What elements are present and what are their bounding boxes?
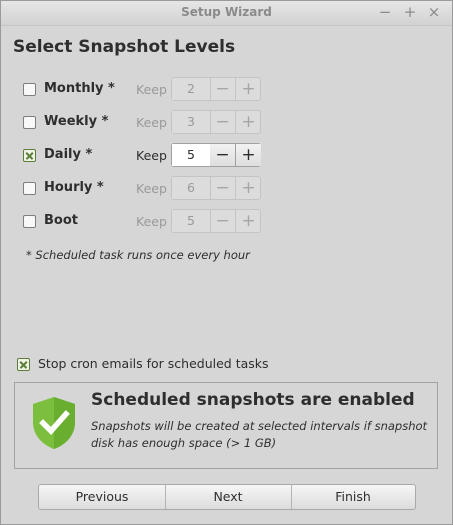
hourly-decrement-button[interactable]: −	[210, 177, 236, 199]
weekly-checkbox[interactable]	[23, 116, 36, 129]
daily-count-input[interactable]: 5	[172, 144, 211, 166]
page-title: Select Snapshot Levels	[13, 37, 236, 57]
stop-cron-emails-label[interactable]: Stop cron emails for scheduled tasks	[38, 356, 269, 371]
boot-increment-button[interactable]: +	[236, 210, 261, 232]
hourly-spinner: 6 − +	[171, 176, 261, 200]
boot-decrement-button[interactable]: −	[210, 210, 236, 232]
monthly-spinner: 2 − +	[171, 77, 261, 101]
hourly-checkbox[interactable]	[23, 182, 36, 195]
monthly-increment-button[interactable]: +	[236, 78, 261, 100]
hourly-keep-label: Keep	[136, 181, 167, 196]
hourly-count-input[interactable]: 6	[172, 177, 211, 199]
level-row-hourly: Hourly * Keep 6 − +	[1, 176, 301, 200]
monthly-keep-label: Keep	[136, 82, 167, 97]
maximize-button[interactable]: +	[401, 3, 419, 21]
title-bar[interactable]: Setup Wizard − + ×	[1, 1, 452, 26]
weekly-decrement-button[interactable]: −	[210, 111, 236, 133]
level-row-daily: Daily * Keep 5 − +	[1, 143, 301, 167]
daily-checkbox[interactable]	[23, 149, 36, 162]
weekly-spinner: 3 − +	[171, 110, 261, 134]
boot-keep-label: Keep	[136, 214, 167, 229]
minimize-button[interactable]: −	[376, 3, 394, 21]
monthly-checkbox[interactable]	[23, 83, 36, 96]
weekly-label[interactable]: Weekly *	[44, 114, 108, 129]
boot-spinner: 5 − +	[171, 209, 261, 233]
boot-checkbox[interactable]	[23, 215, 36, 228]
monthly-label[interactable]: Monthly *	[44, 81, 115, 96]
navigation-buttons: Previous Next Finish	[38, 484, 416, 510]
boot-label[interactable]: Boot	[44, 213, 78, 228]
setup-wizard-window: Setup Wizard − + × Select Snapshot Level…	[0, 0, 453, 525]
weekly-keep-label: Keep	[136, 115, 167, 130]
next-button[interactable]: Next	[165, 485, 292, 509]
daily-label[interactable]: Daily *	[44, 147, 92, 162]
hourly-increment-button[interactable]: +	[236, 177, 261, 199]
status-description: Snapshots will be created at selected in…	[91, 419, 428, 450]
daily-keep-label: Keep	[136, 148, 167, 163]
status-panel: Scheduled snapshots are enabled Snapshot…	[14, 382, 438, 469]
finish-button[interactable]: Finish	[291, 485, 415, 509]
level-row-weekly: Weekly * Keep 3 − +	[1, 110, 301, 134]
status-title: Scheduled snapshots are enabled	[91, 390, 415, 410]
cron-email-option: Stop cron emails for scheduled tasks	[1, 354, 301, 374]
daily-increment-button[interactable]: +	[236, 144, 261, 166]
schedule-note: * Scheduled task runs once every hour	[26, 248, 250, 262]
weekly-increment-button[interactable]: +	[236, 111, 261, 133]
close-button[interactable]: ×	[425, 3, 443, 21]
hourly-label[interactable]: Hourly *	[44, 180, 104, 195]
stop-cron-emails-checkbox[interactable]	[17, 358, 30, 371]
weekly-count-input[interactable]: 3	[172, 111, 211, 133]
daily-decrement-button[interactable]: −	[210, 144, 236, 166]
monthly-decrement-button[interactable]: −	[210, 78, 236, 100]
level-row-boot: Boot Keep 5 − +	[1, 209, 301, 233]
daily-spinner: 5 − +	[171, 143, 261, 167]
boot-count-input[interactable]: 5	[172, 210, 211, 232]
shield-check-icon	[33, 397, 75, 449]
level-row-monthly: Monthly * Keep 2 − +	[1, 77, 301, 101]
monthly-count-input[interactable]: 2	[172, 78, 211, 100]
previous-button[interactable]: Previous	[39, 485, 166, 509]
